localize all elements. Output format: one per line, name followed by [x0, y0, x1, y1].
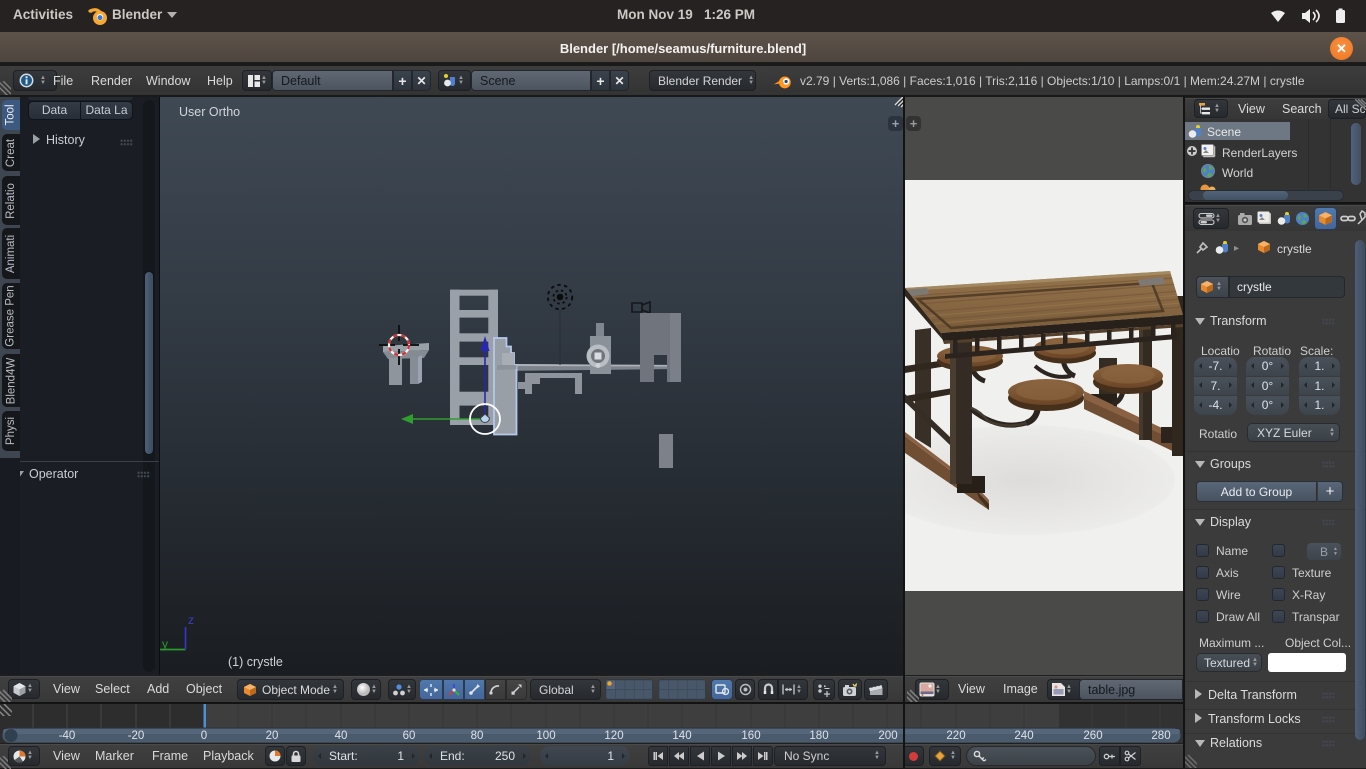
svg-text:40: 40 — [335, 730, 348, 742]
svg-text:z: z — [188, 613, 194, 627]
svg-text:160: 160 — [741, 730, 760, 742]
svg-text:y: y — [162, 637, 168, 651]
svg-text:-20: -20 — [128, 730, 145, 742]
svg-text:120: 120 — [604, 730, 623, 742]
svg-text:(1) crystle: (1) crystle — [228, 655, 283, 669]
svg-text:200: 200 — [878, 730, 897, 742]
svg-text:140: 140 — [672, 730, 691, 742]
svg-text:220: 220 — [946, 730, 965, 742]
svg-text:100: 100 — [536, 730, 555, 742]
svg-text:-40: -40 — [59, 730, 76, 742]
svg-text:0: 0 — [201, 730, 207, 742]
svg-text:260: 260 — [1083, 730, 1102, 742]
svg-text:User Ortho: User Ortho — [179, 105, 240, 119]
svg-text:20: 20 — [266, 730, 279, 742]
svg-text:280: 280 — [1151, 730, 1170, 742]
svg-text:80: 80 — [471, 730, 484, 742]
svg-text:60: 60 — [403, 730, 416, 742]
svg-text:180: 180 — [809, 730, 828, 742]
svg-text:240: 240 — [1014, 730, 1033, 742]
